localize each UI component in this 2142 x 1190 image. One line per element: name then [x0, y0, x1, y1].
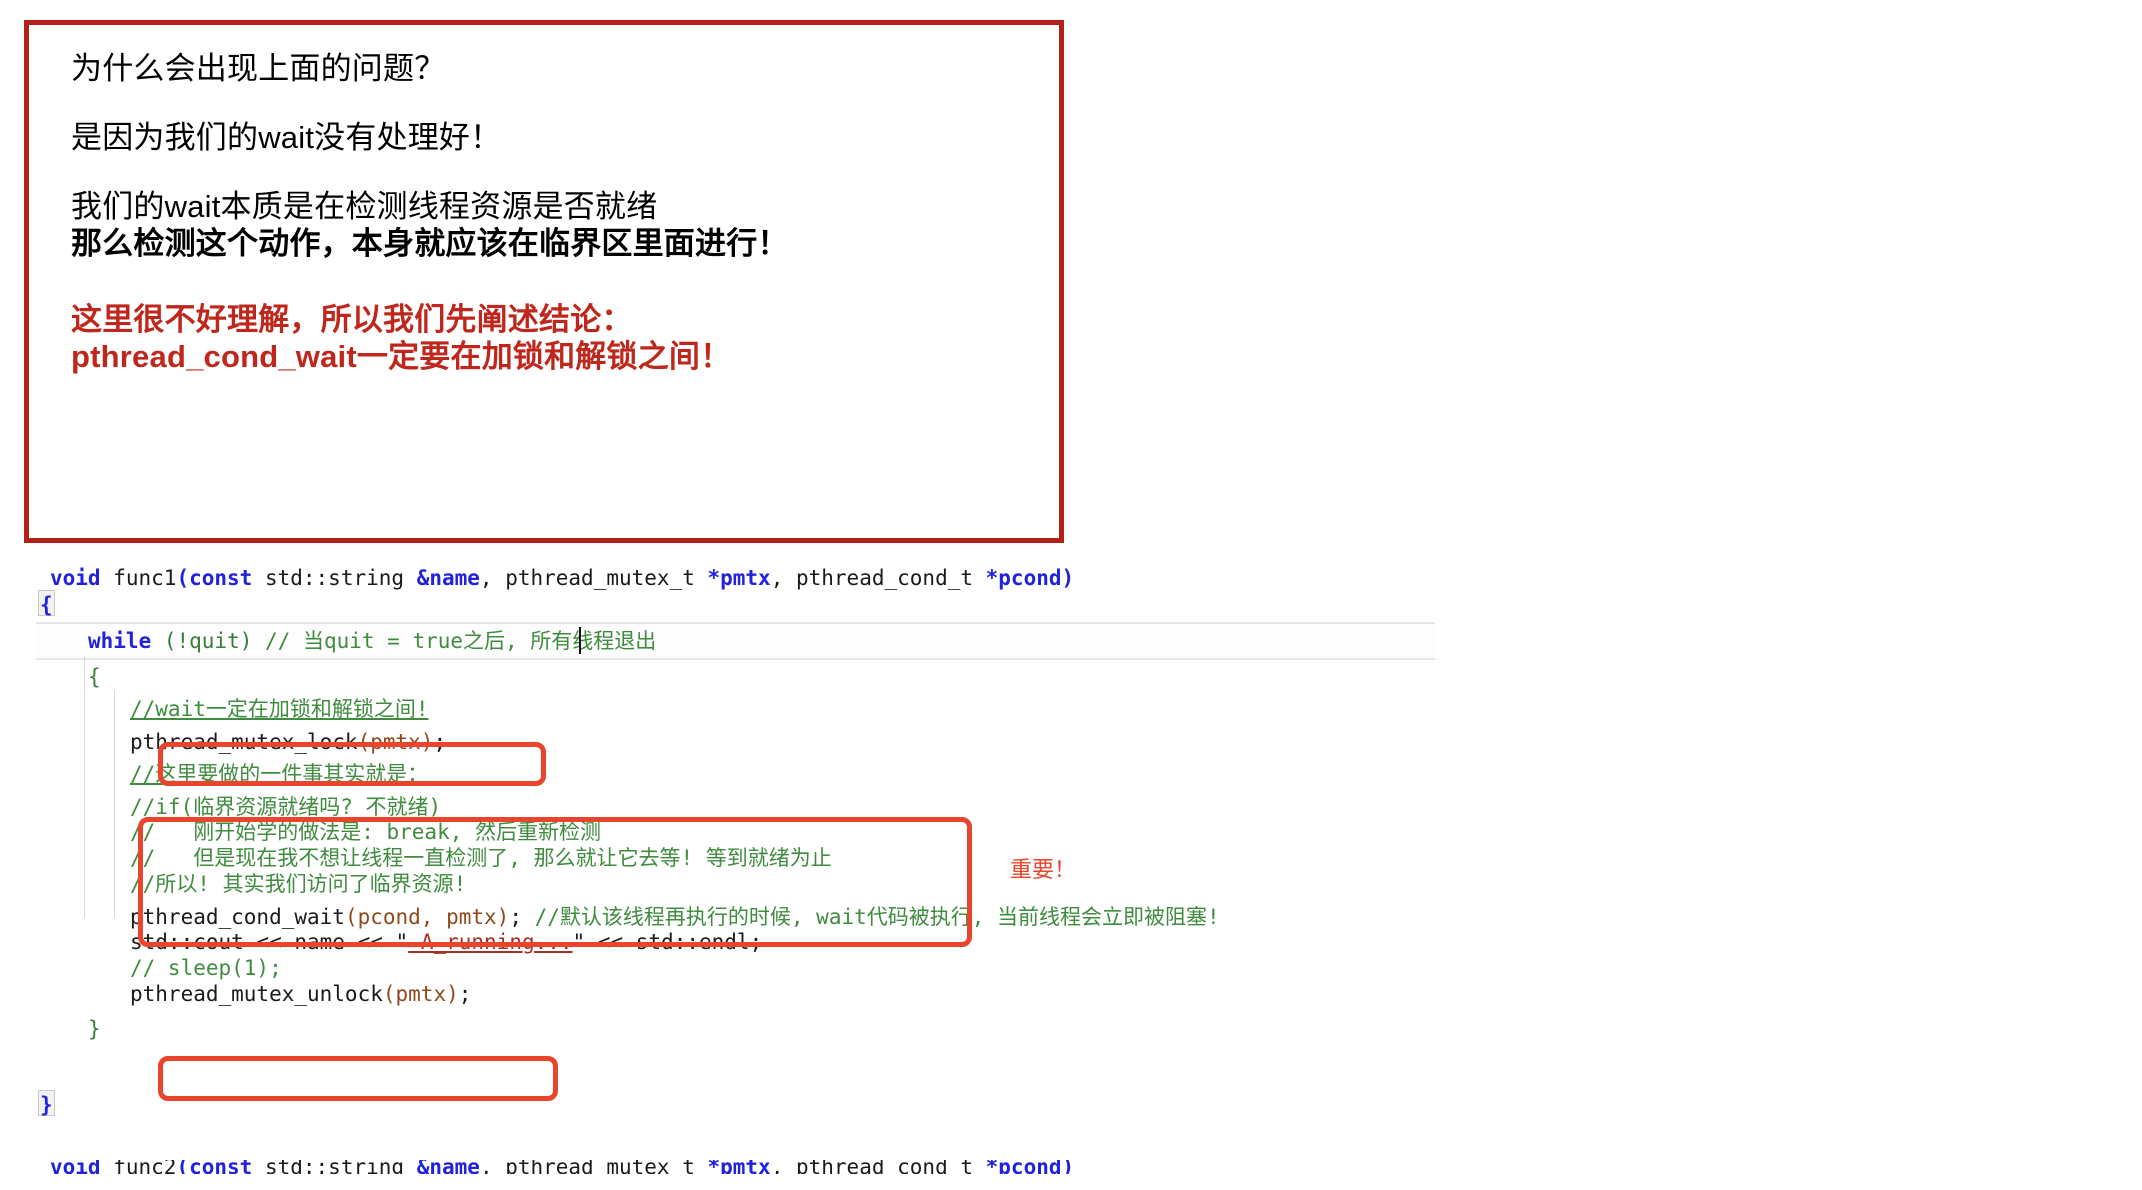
param-cond-type: , pthread_cond_t [770, 566, 986, 590]
code-line-comment-here: //这里要做的一件事其实就是： [130, 762, 429, 786]
indent-guide [114, 690, 115, 918]
paren-open: ( [176, 1160, 190, 1174]
callout-line-reason: 是因为我们的wait没有处理好！ [71, 120, 502, 155]
param-pcond: *pcond [985, 1160, 1062, 1174]
while-comment: // 当quit = true之后, 所有线程退出 [265, 629, 657, 653]
param-pmtx: *pmtx [707, 1160, 771, 1174]
fn-args: (pmtx) [357, 730, 434, 754]
code-line-inner-open-brace: { [88, 665, 101, 689]
code-line-open-brace: { [40, 593, 53, 617]
code-line-mutex-unlock: pthread_mutex_unlock(pmtx); [130, 977, 471, 1011]
cout-suffix: << std::endl; [585, 930, 763, 954]
code-line-close-brace: } [40, 1093, 53, 1117]
callout-content: 为什么会出现上面的问题？ 是因为我们的wait没有处理好！ 我们的wait本质是… [29, 25, 1059, 372]
annotation-important-label: 重要！ [1010, 857, 1077, 882]
keyword-const: const [189, 1160, 253, 1174]
keyword-void: void [50, 1160, 101, 1174]
param-cond-type: , pthread_cond_t [770, 1160, 986, 1174]
type-std-string: std::string [252, 566, 417, 590]
param-mutex-type: , pthread_mutex_t [479, 1160, 708, 1174]
param-name-ref: &name [416, 566, 480, 590]
callout-line-conclusion: pthread_cond_wait一定要在加锁和解锁之间！ [71, 339, 732, 374]
code-line-while: while (!quit) // 当quit = true之后, 所有线程退出 [88, 624, 656, 658]
paren-close: ) [1061, 566, 1075, 590]
string-literal: A_running... [408, 930, 573, 954]
type-std-string: std::string [252, 1160, 417, 1174]
semicolon: ; [433, 730, 447, 754]
code-line-comment-wait-between: //wait一定在加锁和解锁之间! [130, 697, 429, 721]
param-mutex-type: , pthread_mutex_t [479, 566, 708, 590]
callout-line-critical-section: 那么检测这个动作，本身就应该在临界区里面进行！ [71, 226, 789, 261]
clipped-next-function-row: void func2(const std::string &name, pthr… [0, 1160, 2142, 1174]
code-line-func2-signature: void func2(const std::string &name, pthr… [50, 1160, 1074, 1174]
param-name-ref: &name [416, 1160, 480, 1174]
fn-args: (pmtx) [382, 982, 459, 1006]
indent-guide [84, 656, 85, 918]
code-line-mutex-lock: pthread_mutex_lock(pmtx); [130, 725, 446, 759]
semicolon: ; [458, 982, 472, 1006]
param-pmtx: *pmtx [707, 566, 771, 590]
code-line-inner-close-brace: } [88, 1017, 101, 1041]
while-condition: (!quit) [151, 629, 266, 653]
code-line-comment-access-resource: //所以! 其实我们访问了临界资源! [130, 872, 467, 896]
function-name: func2 [100, 1160, 177, 1174]
param-pcond: *pcond [985, 566, 1062, 590]
keyword-while: while [88, 629, 152, 653]
text-caret [579, 627, 581, 654]
callout-line-conclusion-intro: 这里很不好理解，所以我们先阐述结论： [71, 302, 633, 337]
paren-open: ( [176, 566, 190, 590]
code-line-func1-signature: void func1(const std::string &name, pthr… [50, 561, 1074, 595]
keyword-const: const [189, 566, 253, 590]
quote-close: " [572, 930, 586, 954]
callout-line-essence: 我们的wait本质是在检测线程资源是否就绪 [71, 189, 658, 224]
callout-line-question: 为什么会出现上面的问题？ [71, 51, 446, 86]
keyword-void: void [50, 566, 101, 590]
paren-close: ) [1061, 1160, 1075, 1174]
callout-box: 为什么会出现上面的问题？ 是因为我们的wait没有处理好！ 我们的wait本质是… [24, 20, 1064, 543]
fn-mutex-unlock: pthread_mutex_unlock [130, 982, 383, 1006]
fn-mutex-lock: pthread_mutex_lock [130, 730, 358, 754]
function-name: func1 [100, 566, 177, 590]
quote-open: " [395, 930, 409, 954]
